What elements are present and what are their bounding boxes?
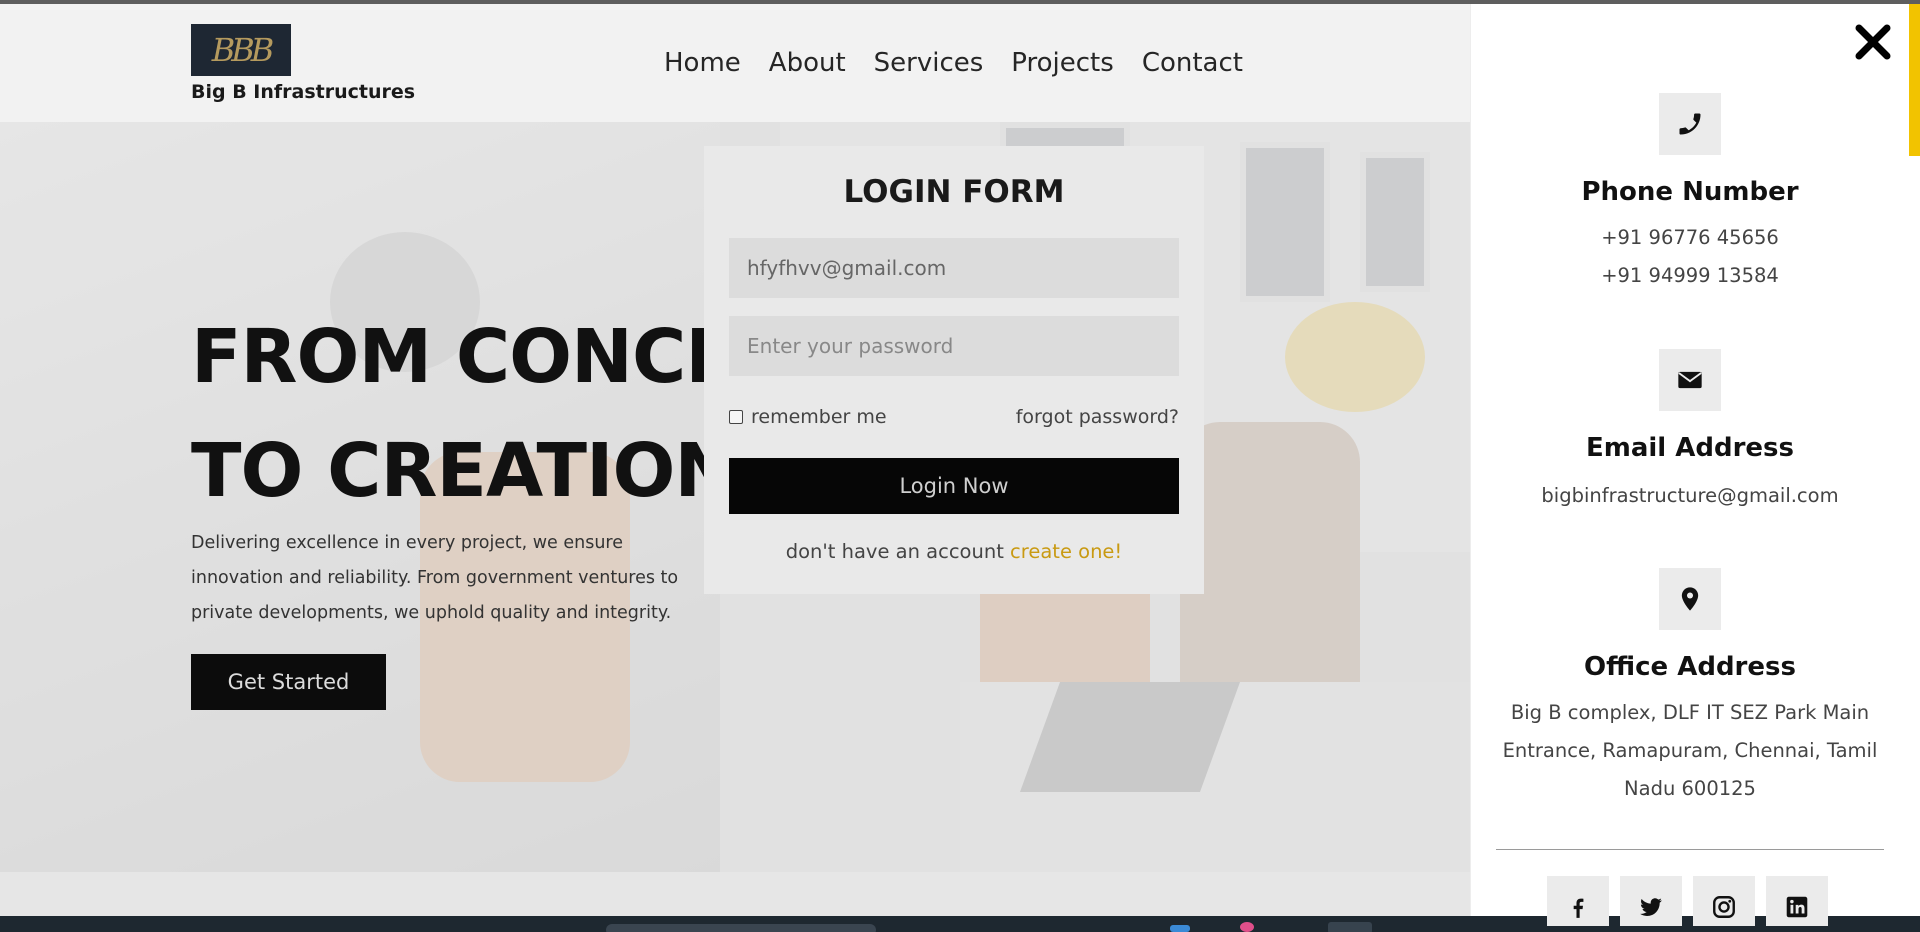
facebook-link[interactable] bbox=[1547, 876, 1609, 926]
nav-services[interactable]: Services bbox=[874, 48, 984, 78]
panel-scrollbar-thumb[interactable] bbox=[1909, 4, 1920, 156]
remember-me[interactable]: remember me bbox=[729, 406, 887, 428]
page-below-hero bbox=[0, 872, 1470, 916]
create-account-link[interactable]: create one! bbox=[1010, 540, 1122, 563]
social-links bbox=[1547, 876, 1828, 926]
linkedin-link[interactable] bbox=[1766, 876, 1828, 926]
hero-description: Delivering excellence in every project, … bbox=[191, 533, 679, 623]
taskbar-app-icon[interactable] bbox=[1240, 922, 1254, 932]
phone-icon bbox=[1679, 113, 1701, 135]
nav-contact[interactable]: Contact bbox=[1142, 48, 1243, 78]
brand-logo[interactable]: BBB bbox=[191, 24, 291, 76]
instagram-icon bbox=[1713, 896, 1735, 918]
nav-projects[interactable]: Projects bbox=[1011, 48, 1114, 78]
phone-section: Phone Number +91 96776 45656 +91 94999 1… bbox=[1471, 93, 1909, 295]
browser-top-strip bbox=[0, 0, 1920, 4]
get-started-button[interactable]: Get Started bbox=[191, 654, 386, 710]
office-section: Office Address Big B complex, DLF IT SEZ… bbox=[1471, 568, 1909, 808]
nav-about[interactable]: About bbox=[769, 48, 846, 78]
instagram-link[interactable] bbox=[1693, 876, 1755, 926]
close-panel-button[interactable] bbox=[1851, 20, 1895, 64]
taskbar-app-icon[interactable] bbox=[1170, 925, 1190, 932]
panel-divider bbox=[1496, 849, 1884, 850]
email-title: Email Address bbox=[1585, 433, 1795, 463]
login-button[interactable]: Login Now bbox=[729, 458, 1179, 514]
nav-home[interactable]: Home bbox=[664, 48, 741, 78]
email-icon-box bbox=[1659, 349, 1721, 411]
close-icon bbox=[1855, 24, 1891, 60]
email-field[interactable]: hfyfhvv@gmail.com bbox=[729, 238, 1179, 298]
phone-icon-box bbox=[1659, 93, 1721, 155]
office-title: Office Address bbox=[1584, 652, 1796, 682]
facebook-icon bbox=[1573, 898, 1584, 918]
twitter-link[interactable] bbox=[1620, 876, 1682, 926]
brand-name: Big B Infrastructures bbox=[191, 81, 416, 103]
main-nav: Home About Services Projects Contact bbox=[664, 48, 1243, 78]
password-field[interactable]: Enter your password bbox=[729, 316, 1179, 376]
login-form: LOGIN FORM hfyfhvv@gmail.com Enter your … bbox=[704, 146, 1204, 594]
logo-monogram: BBB bbox=[211, 31, 275, 69]
office-icon-box bbox=[1659, 568, 1721, 630]
signup-prompt: don't have an account create one! bbox=[704, 540, 1204, 563]
linkedin-icon bbox=[1786, 896, 1808, 918]
taskbar-app-icon[interactable] bbox=[1328, 922, 1372, 932]
remember-me-label: remember me bbox=[751, 406, 887, 428]
twitter-icon bbox=[1640, 898, 1662, 916]
phone-title: Phone Number bbox=[1581, 177, 1799, 207]
login-title: LOGIN FORM bbox=[843, 174, 1065, 210]
email-section: Email Address bigbinfrastructure@gmail.c… bbox=[1471, 349, 1909, 515]
office-address: Big B complex, DLF IT SEZ Park Main Entr… bbox=[1502, 701, 1878, 800]
envelope-icon bbox=[1678, 371, 1702, 389]
remember-me-checkbox[interactable] bbox=[729, 410, 743, 424]
phone-number-1[interactable]: +91 96776 45656 bbox=[1471, 219, 1909, 257]
taskbar-search-box[interactable] bbox=[606, 924, 876, 932]
signup-prompt-text: don't have an account bbox=[785, 540, 1004, 563]
phone-number-2[interactable]: +91 94999 13584 bbox=[1471, 257, 1909, 295]
site-header: BBB Big B Infrastructures Home About Ser… bbox=[0, 4, 1470, 122]
contact-side-panel: Phone Number +91 96776 45656 +91 94999 1… bbox=[1471, 4, 1920, 926]
forgot-password-link[interactable]: forgot password? bbox=[1016, 406, 1179, 428]
map-marker-icon bbox=[1681, 587, 1699, 611]
email-address[interactable]: bigbinfrastructure@gmail.com bbox=[1471, 477, 1909, 515]
